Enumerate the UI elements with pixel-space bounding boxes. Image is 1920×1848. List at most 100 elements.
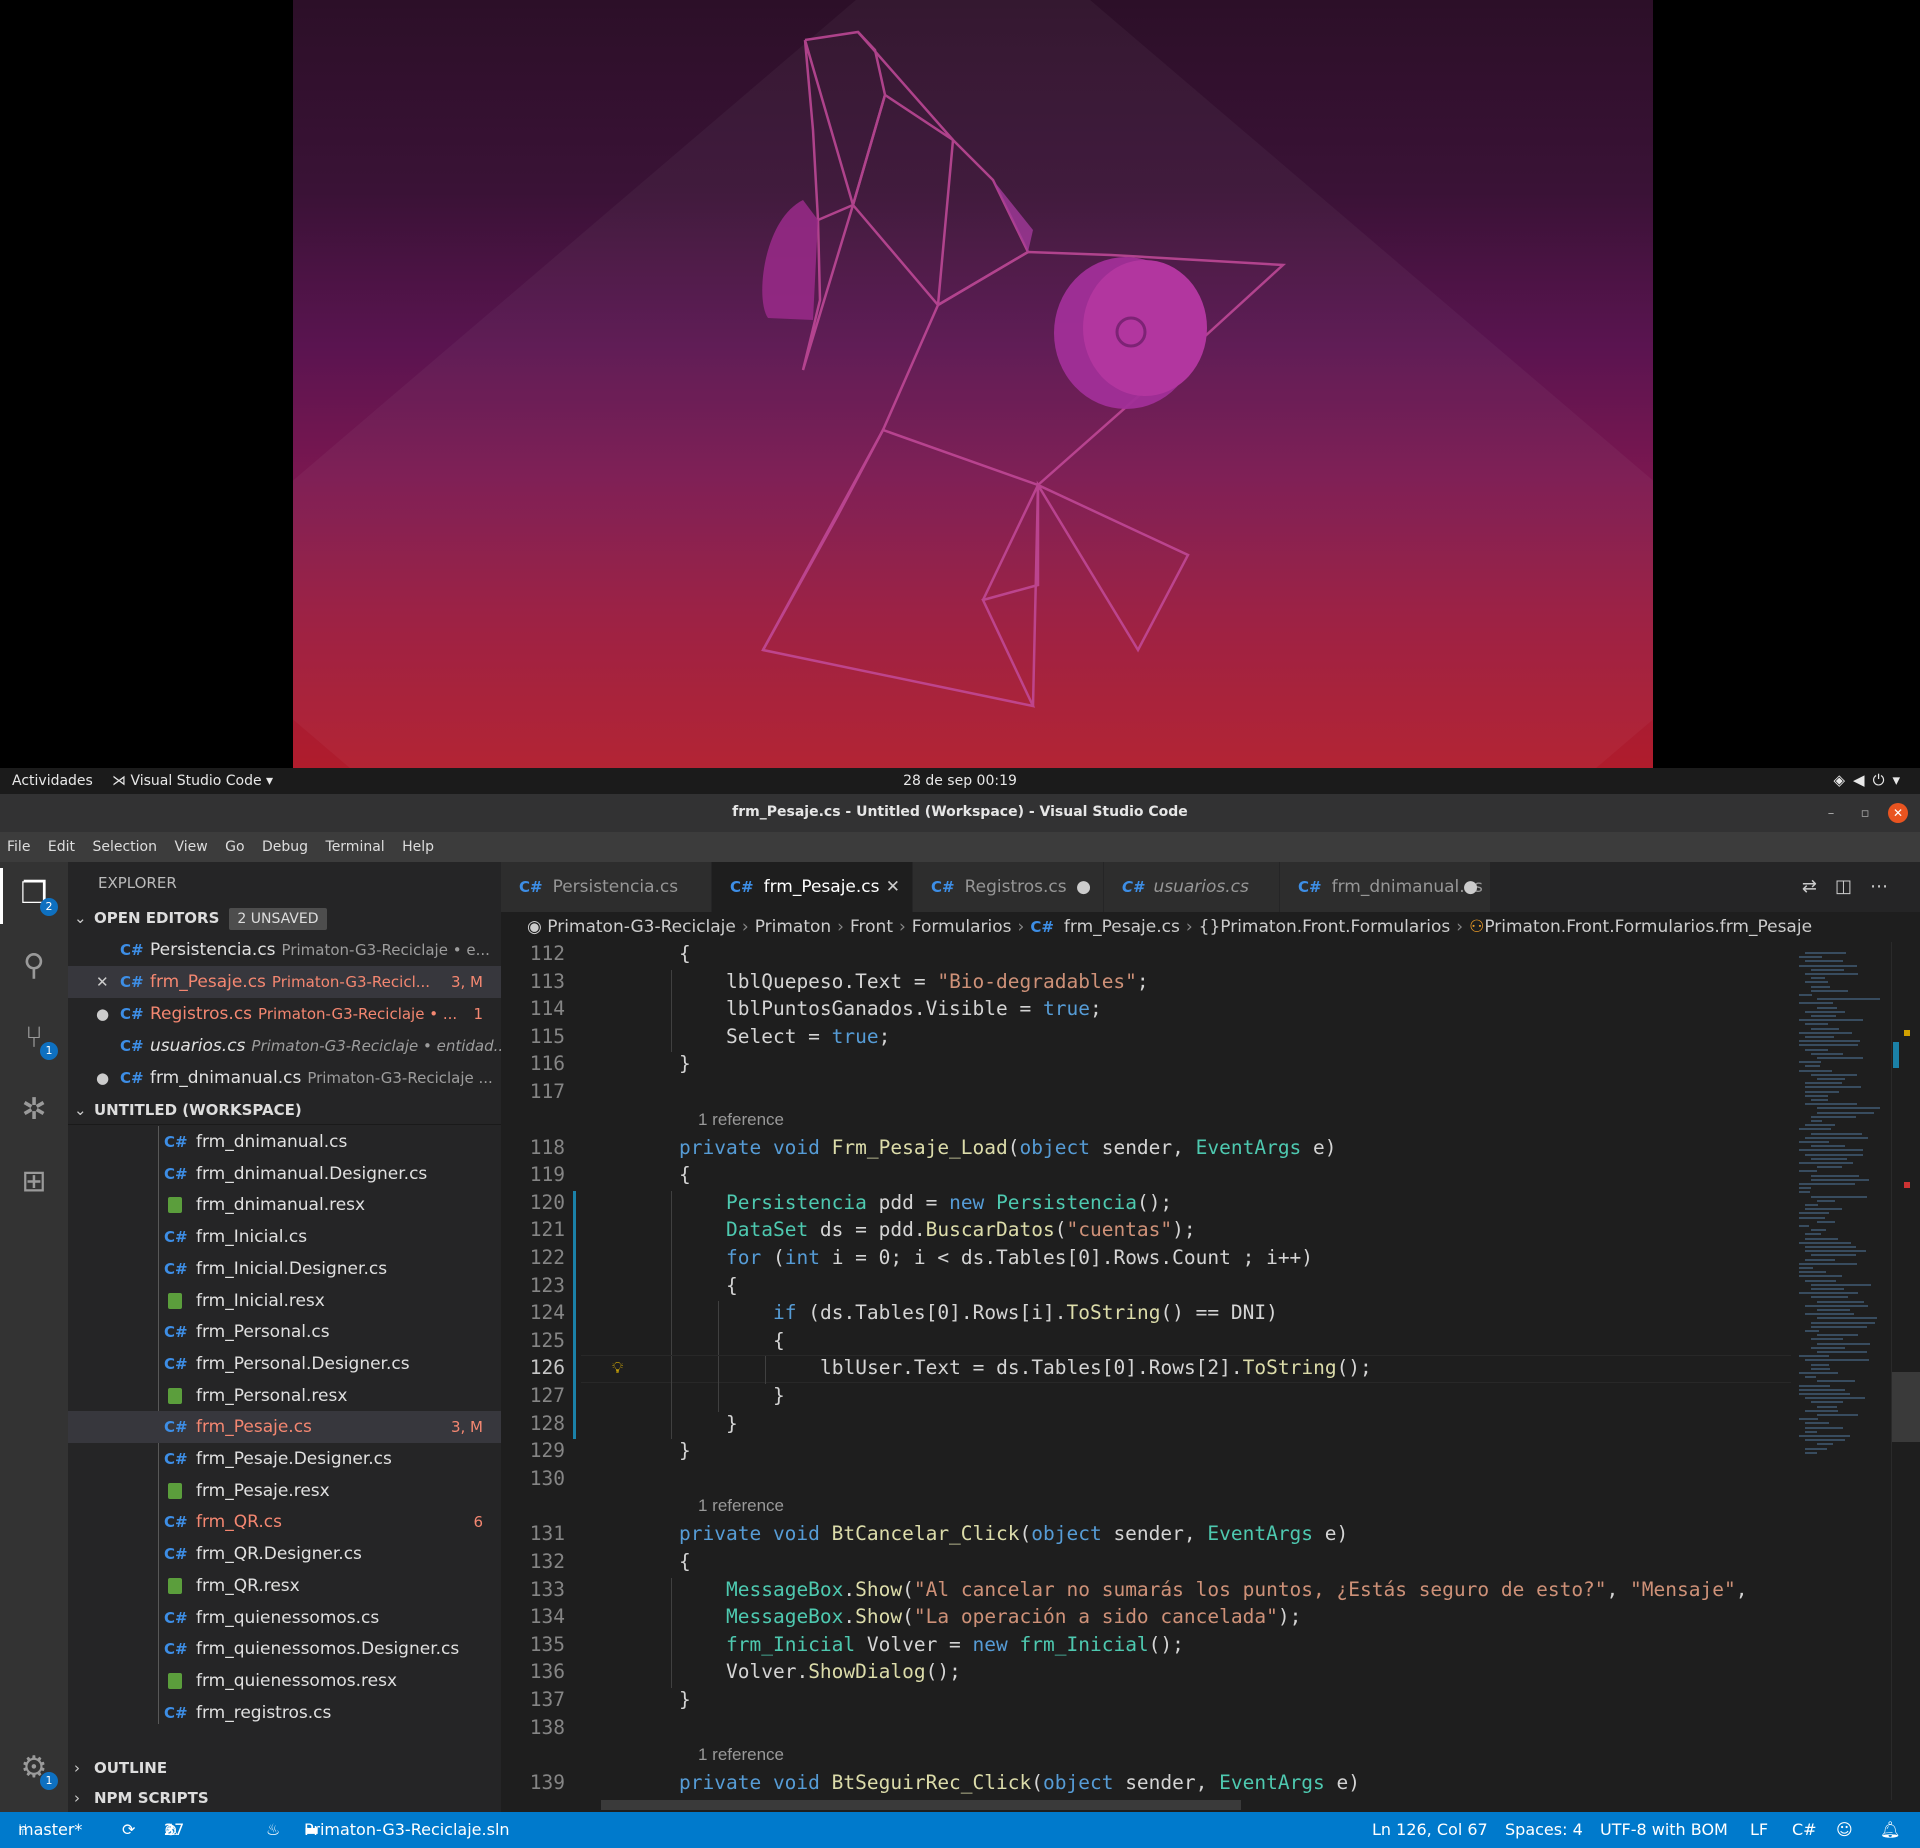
breadcrumb-item[interactable]: Formularios [912, 917, 1012, 937]
file-tree-item[interactable]: frm_dnimanual.resx [68, 1189, 501, 1221]
tab-usuarios[interactable]: C# usuarios.cs [1104, 862, 1280, 912]
breadcrumb-item[interactable]: {}Primaton.Front.Formularios [1199, 917, 1451, 937]
file-tree-item[interactable]: C# frm_Inicial.Designer.cs [68, 1253, 501, 1285]
open-editor-path: Primaton-G3-Reciclaje • entidad... [251, 1037, 501, 1055]
file-tree-item[interactable]: C# frm_Personal.Designer.cs [68, 1348, 501, 1380]
file-tree-item[interactable]: frm_quienessomos.resx [68, 1665, 501, 1697]
code-editor[interactable]: 112 {113 lblQuepeso.Text = "Bio-degradable… [501, 942, 1791, 1800]
file-tree-item[interactable]: C# frm_dnimanual.Designer.cs [68, 1158, 501, 1190]
workspace-header[interactable]: ⌄ UNTITLED (WORKSPACE) [68, 1096, 501, 1125]
codelens-reference[interactable]: 1 reference [698, 1745, 784, 1765]
open-editors-header[interactable]: ⌄ OPEN EDITORS 2 UNSAVED [68, 904, 501, 932]
horizontal-scrollbar[interactable] [601, 1800, 1241, 1810]
file-tree-item[interactable]: C# frm_quienessomos.cs [68, 1602, 501, 1634]
tab-frm-pesaje[interactable]: C# frm_Pesaje.cs ✕ [712, 862, 913, 912]
tab-persistencia[interactable]: C# Persistencia.cs [501, 862, 712, 912]
minimap-line [1811, 968, 1844, 971]
gutter-change-marker [573, 1384, 576, 1412]
file-tree-item[interactable]: C# frm_Pesaje.cs 3, M [68, 1411, 501, 1444]
file-tree-item[interactable]: C# frm_QR.cs 6 [68, 1506, 501, 1538]
breadcrumb-item[interactable]: Primaton.Front.Formularios.frm_Pesaje [1484, 917, 1812, 937]
file-tree-item[interactable]: frm_Personal.resx [68, 1380, 501, 1412]
source-control-icon[interactable]: ⑂ 1 [14, 1018, 58, 1060]
open-editor-item[interactable]: C# Persistencia.cs Primaton-G3-Reciclaje … [68, 934, 501, 966]
file-tree-item[interactable]: C# frm_quienessomos.Designer.cs [68, 1633, 501, 1665]
breadcrumb-item[interactable]: frm_Pesaje.cs [1064, 917, 1180, 937]
system-tray[interactable]: ◈◀⏻▾ [1834, 771, 1909, 789]
gear-icon[interactable]: ⚙ 1 [14, 1748, 58, 1790]
minimap-line [1811, 1401, 1843, 1404]
open-editor-item[interactable]: ✕ C# frm_Pesaje.cs Primaton-G3-Recicl... … [68, 966, 501, 998]
flame-icon[interactable]: ♨ [266, 1812, 280, 1848]
minimap-line [1817, 1351, 1867, 1353]
breadcrumb-item[interactable]: Front [850, 917, 893, 937]
menu-go[interactable]: Go [225, 832, 244, 862]
encoding[interactable]: UTF-8 with BOM [1600, 1812, 1728, 1848]
feedback-icon[interactable]: ☺ [1836, 1812, 1853, 1848]
unsaved-dot-icon[interactable]: ● [1463, 862, 1478, 912]
minimap-line [1817, 1199, 1835, 1202]
minimize-button[interactable]: – [1820, 806, 1842, 821]
close-icon[interactable]: ✕ [886, 862, 900, 912]
compare-changes-icon[interactable]: ⇄ [1802, 876, 1835, 897]
more-actions-icon[interactable]: ⋯ [1870, 876, 1906, 897]
open-editor-item[interactable]: ● C# Registros.cs Primaton-G3-Reciclaje •… [68, 998, 501, 1030]
clock[interactable]: 28 de sep 00:19 [0, 773, 1920, 789]
line-number: 134 [529, 1605, 565, 1629]
minimap[interactable] [1791, 942, 1891, 1800]
open-editor-item[interactable]: C# usuarios.cs Primaton-G3-Reciclaje • en… [68, 1030, 501, 1062]
unsaved-dot-icon[interactable]: ● [1076, 862, 1091, 912]
breadcrumb-item[interactable]: Primaton-G3-Reciclaje [547, 917, 736, 937]
file-name: frm_Personal.cs [196, 1322, 330, 1343]
menu-help[interactable]: Help [402, 832, 434, 862]
minimap-line [1811, 1174, 1860, 1177]
close-icon[interactable]: ✕ [96, 966, 110, 998]
line-ending[interactable]: LF [1750, 1812, 1768, 1848]
breadcrumb-separator-icon: › [837, 917, 844, 937]
menu-terminal[interactable]: Terminal [326, 832, 385, 862]
indentation[interactable]: Spaces: 4 [1505, 1812, 1583, 1848]
lightbulb-icon[interactable]: 💡︎ [612, 1358, 628, 1377]
file-tree-item[interactable]: C# frm_Personal.cs [68, 1316, 501, 1348]
menu-edit[interactable]: Edit [48, 832, 75, 862]
restore-button[interactable]: ▫ [1854, 806, 1876, 821]
menu-view[interactable]: View [174, 832, 207, 862]
breadcrumb-item[interactable]: Primaton [755, 917, 831, 937]
vertical-scrollbar[interactable] [1891, 942, 1920, 1800]
menu-selection[interactable]: Selection [92, 832, 157, 862]
language-mode[interactable]: C# [1792, 1812, 1817, 1848]
scrollbar-thumb[interactable] [1892, 1372, 1920, 1442]
explorer-icon[interactable]: ❐ 2 [14, 874, 58, 916]
tab-frm-dnimanual[interactable]: C# frm_dnimanual.cs ● [1280, 862, 1491, 912]
minimap-line [1811, 989, 1848, 992]
bell-icon[interactable]: 🔔︎ [1880, 1812, 1900, 1848]
split-editor-icon[interactable]: ◫ [1835, 876, 1870, 897]
extensions-icon[interactable]: ⊞ [14, 1162, 54, 1202]
search-icon[interactable]: ⚲ [14, 946, 54, 986]
close-button[interactable]: ✕ [1888, 803, 1908, 823]
codelens-reference[interactable]: 1 reference [698, 1110, 784, 1130]
menu-debug[interactable]: Debug [262, 832, 308, 862]
tab-registros[interactable]: C# Registros.cs ● [913, 862, 1104, 912]
file-tree-item[interactable]: C# frm_registros.cs [68, 1697, 501, 1724]
file-tree-item[interactable]: frm_Inicial.resx [68, 1285, 501, 1317]
outline-header[interactable]: › OUTLINE [68, 1754, 501, 1782]
cursor-position[interactable]: Ln 126, Col 67 [1372, 1812, 1488, 1848]
open-editor-item[interactable]: ● C# frm_dnimanual.cs Primaton-G3-Recicla… [68, 1062, 501, 1094]
file-tree-item[interactable]: C# frm_QR.Designer.cs [68, 1538, 501, 1570]
file-tree-item[interactable]: C# frm_Inicial.cs [68, 1221, 501, 1253]
error-marker [1904, 1182, 1910, 1188]
menu-file[interactable]: File [7, 832, 30, 862]
line-number: 113 [529, 969, 565, 993]
file-tree-item[interactable]: frm_QR.resx [68, 1570, 501, 1602]
file-tree-item[interactable]: C# frm_Pesaje.Designer.cs [68, 1443, 501, 1475]
codelens-reference[interactable]: 1 reference [698, 1496, 784, 1516]
sync-icon[interactable]: ⟳ [122, 1812, 135, 1848]
debug-icon[interactable]: ✲ [14, 1090, 54, 1130]
minimap-line [1805, 1439, 1846, 1442]
file-tree-item[interactable]: C# frm_dnimanual.cs [68, 1126, 501, 1158]
minimap-line [1811, 1283, 1871, 1286]
file-tree-item[interactable]: frm_Pesaje.resx [68, 1475, 501, 1507]
code-line: DataSet ds = pdd.BuscarDatos("cuentas"); [726, 1218, 1196, 1242]
npm-scripts-header[interactable]: › NPM SCRIPTS [68, 1784, 501, 1812]
